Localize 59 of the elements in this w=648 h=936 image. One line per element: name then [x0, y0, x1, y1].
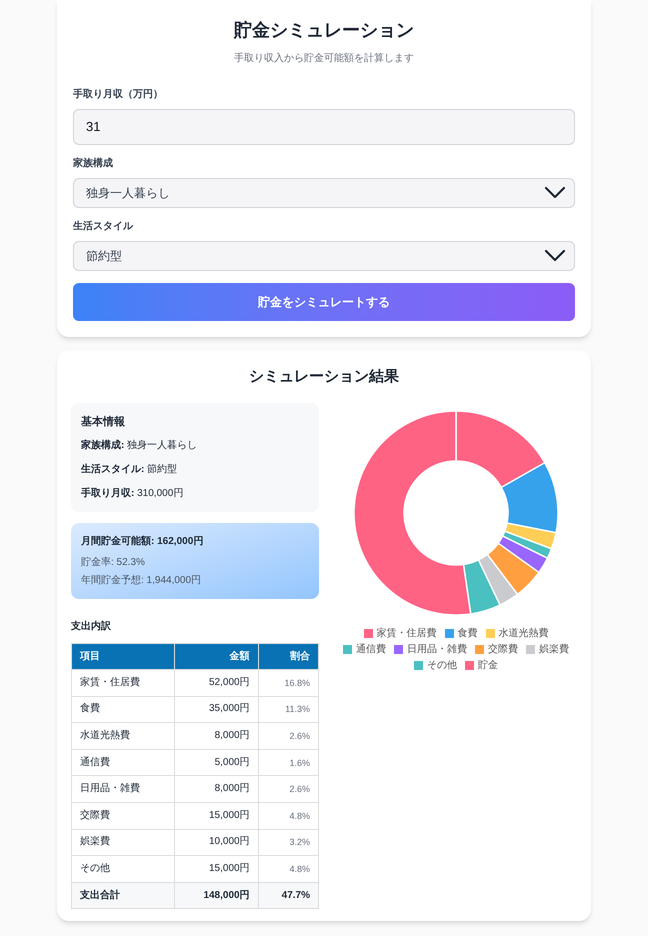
table-cell: 3.2% [258, 829, 318, 856]
table-cell: 2.6% [258, 776, 318, 802]
table-cell: 家賃・住居費 [72, 670, 174, 696]
table-cell: 47.7% [258, 882, 318, 909]
breakdown-heading: 支出内訳 [71, 620, 112, 633]
field-label: 手取り月収（万円） [73, 88, 164, 102]
table-cell: 1.6% [258, 749, 318, 776]
legend-label: 通信費 [356, 643, 386, 656]
savings-line: 貯金率: 52.3% [81, 556, 146, 569]
legend-label: 水道光熱費 [498, 627, 548, 640]
table-cell: 支出合計 [72, 882, 174, 909]
page-subtitle: 手取り収入から貯金可能額を計算します [233, 52, 415, 66]
table-cell: 11.3% [258, 696, 318, 723]
table-cell: その他 [72, 856, 174, 882]
table-cell: 5,000円 [174, 749, 258, 776]
chevron-down-icon [544, 249, 566, 263]
legend-label: 家賃・住居費 [376, 627, 436, 640]
table-cell: 通信費 [72, 749, 174, 776]
info-line: 手取り月収: 310,000円 [81, 487, 184, 500]
table-cell: 食費 [72, 696, 174, 723]
column-header: 金額 [174, 644, 258, 670]
table-cell: 2.6% [258, 722, 318, 750]
input-field[interactable]: 31 [73, 109, 575, 145]
table-cell: 52,000円 [174, 670, 258, 696]
table-cell: 15,000円 [174, 802, 258, 830]
table-cell: 148,000円 [174, 882, 258, 909]
results-title: シミュレーション結果 [248, 367, 400, 387]
column-header: 項目 [72, 644, 174, 670]
table-cell: 15,000円 [174, 856, 258, 882]
simulate-button[interactable]: 貯金をシミュレートする [73, 283, 575, 321]
legend-label: 交際費 [488, 643, 518, 656]
select-dropdown[interactable]: 独身一人暮らし [73, 178, 575, 208]
table-cell: 交際費 [72, 802, 174, 830]
table-cell: 8,000円 [174, 722, 258, 750]
table-cell: 35,000円 [174, 696, 258, 723]
page-title: 貯金シミュレーション [232, 19, 415, 42]
table-cell: 娯楽費 [72, 829, 174, 856]
basic-info-heading: 基本情報 [81, 415, 126, 429]
legend-label: 食費 [458, 627, 478, 640]
chevron-down-icon [544, 186, 566, 200]
table-cell: 日用品・雑費 [72, 776, 174, 802]
legend-label: 日用品・雑費 [407, 643, 467, 656]
table-cell: 8,000円 [174, 776, 258, 802]
table-cell: 16.8% [258, 670, 318, 696]
savings-line: 年間貯金予想: 1,944,000円 [81, 574, 202, 587]
field-label: 家族構成 [73, 157, 114, 171]
legend-label: 娯楽費 [539, 643, 569, 656]
legend-label: その他 [427, 659, 457, 672]
table-cell: 水道光熱費 [72, 722, 174, 750]
legend-label: 貯金 [478, 659, 498, 672]
info-line: 生活スタイル: 節約型 [81, 463, 178, 476]
select-dropdown[interactable]: 節約型 [73, 241, 575, 271]
table-cell: 10,000円 [174, 829, 258, 856]
table-cell: 4.8% [258, 802, 318, 830]
info-line: 家族構成: 独身一人暮らし [81, 439, 198, 452]
column-header: 割合 [258, 644, 318, 670]
field-label: 生活スタイル [73, 220, 134, 234]
savings-headline: 月間貯金可能額: 162,000円 [81, 535, 204, 548]
table-cell: 4.8% [258, 856, 318, 882]
